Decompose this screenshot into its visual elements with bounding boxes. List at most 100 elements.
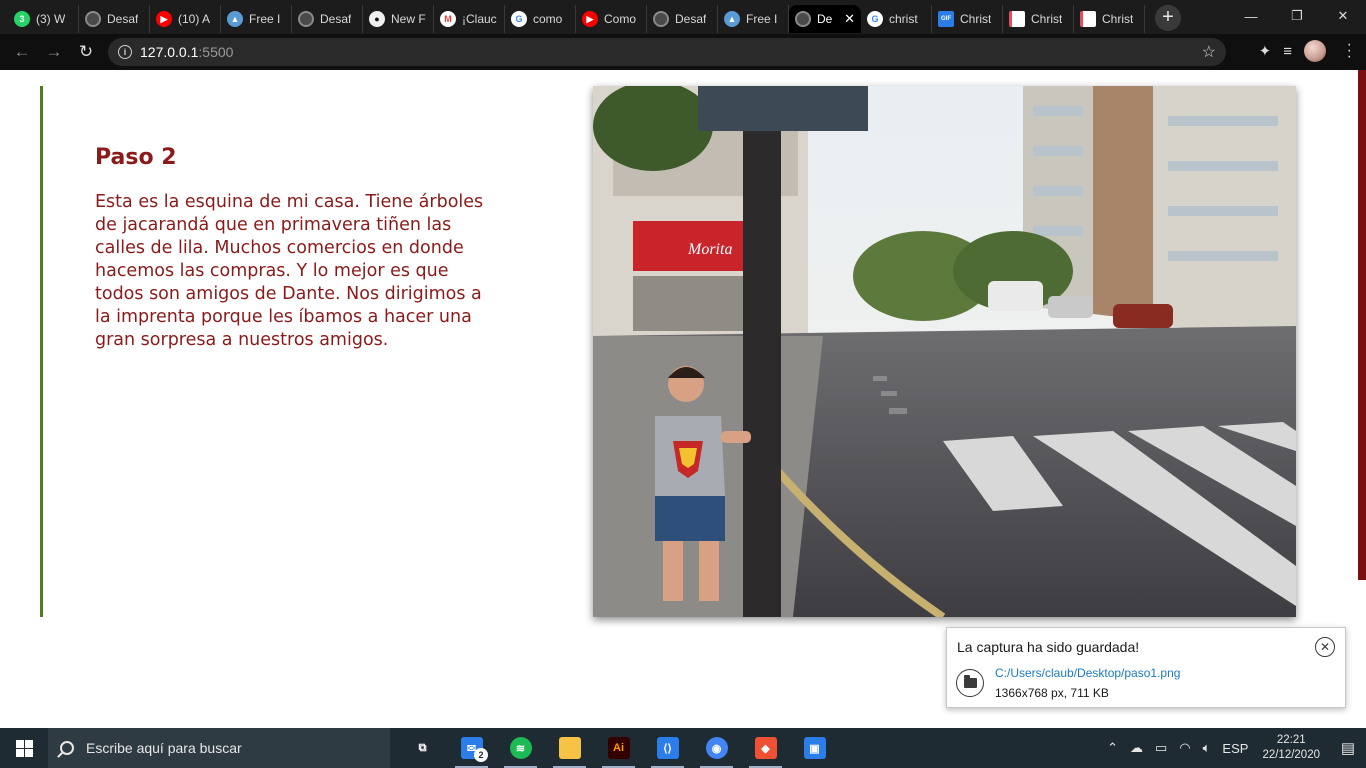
- address-bar[interactable]: i 127.0.0.1:5500 ☆: [108, 38, 1226, 66]
- taskbar: Escribe aquí para buscar ⧉ ✉ 2 ≋ Ai ⟨⟩ ◉ ◆ ▣ ⌃ ☁…: [0, 728, 1366, 768]
- step-description: Esta es la esquina de mi casa. Tiene árb…: [95, 192, 484, 350]
- windows-logo-icon: [15, 739, 33, 757]
- battery-icon[interactable]: ▭: [1155, 740, 1167, 756]
- globe-icon: [653, 11, 669, 27]
- profile-avatar[interactable]: [1304, 40, 1326, 62]
- tab-strip: 3 (3) W Desaf ▶ (10) A ▲ Free I Desaf ● New F M ¡Cl…: [0, 0, 1366, 34]
- new-tab-button[interactable]: +: [1155, 5, 1181, 31]
- reload-icon[interactable]: ↻: [70, 36, 102, 68]
- browser-tab[interactable]: De ✕: [789, 5, 861, 33]
- back-arrow-icon[interactable]: ←: [6, 36, 38, 68]
- taskbar-app[interactable]: ▣: [790, 728, 839, 768]
- taskbar-app[interactable]: ◆: [741, 728, 790, 768]
- shapes-icon: ▲: [227, 11, 243, 27]
- start-button[interactable]: [0, 728, 48, 768]
- taskbar-app[interactable]: [545, 728, 594, 768]
- taskbar-app[interactable]: ⧉: [398, 728, 447, 768]
- taskbar-app[interactable]: ⟨⟩: [643, 728, 692, 768]
- bookmark-star-icon[interactable]: ☆: [1202, 42, 1216, 62]
- search-placeholder: Escribe aquí para buscar: [86, 740, 242, 756]
- browser-tab[interactable]: ▶ Como: [576, 5, 647, 33]
- reading-list-icon[interactable]: ≡: [1283, 43, 1292, 60]
- browser-tab[interactable]: Desaf: [292, 5, 363, 33]
- minimize-icon[interactable]: —: [1228, 0, 1274, 32]
- taskbar-app[interactable]: Ai: [594, 728, 643, 768]
- gmail-icon: M: [440, 11, 456, 27]
- browser-tab[interactable]: Gcomo: [505, 5, 576, 33]
- menu-kebab-icon[interactable]: · · ·: [1347, 37, 1352, 65]
- taskbar-app[interactable]: ◉: [692, 728, 741, 768]
- taskbar-search[interactable]: Escribe aquí para buscar: [48, 728, 390, 768]
- browser-tab[interactable]: Gchrist: [861, 5, 932, 33]
- tab-title: Christ: [1031, 12, 1063, 26]
- browser-tab[interactable]: 3 (3) W: [8, 5, 79, 33]
- tab-title: ¡Clauc: [462, 12, 497, 26]
- browser-tab[interactable]: Christ: [1003, 5, 1074, 33]
- tab-title: Desaf: [675, 12, 707, 26]
- taskbar-app[interactable]: ≋: [496, 728, 545, 768]
- shapes-icon: ▲: [724, 11, 740, 27]
- file-path-link[interactable]: C:/Users/claub/Desktop/paso1.png: [995, 666, 1180, 680]
- browser-tab[interactable]: GIF Christ: [932, 5, 1003, 33]
- task-view-icon: ⧉: [418, 741, 427, 754]
- browser-tab[interactable]: Christ: [1074, 5, 1145, 33]
- globe-icon: [85, 11, 101, 27]
- page-edge-decoration: [1358, 70, 1366, 580]
- mail-badge: 2: [474, 748, 488, 762]
- store-sign: Morita: [687, 241, 732, 258]
- illustrator-icon: Ai: [607, 737, 630, 759]
- volume-icon[interactable]: 🔈︎: [1203, 740, 1211, 756]
- browser-tab[interactable]: ▲ Free I: [718, 5, 789, 33]
- browser-toolbar: ← → ↻ i 127.0.0.1:5500 ☆ ✦ ≡ · · ·: [0, 34, 1366, 70]
- browser-tab[interactable]: Desaf: [79, 5, 150, 33]
- extensions-icon[interactable]: ✦: [1259, 42, 1272, 60]
- browser-tab[interactable]: Desaf: [647, 5, 718, 33]
- tab-title: (3) W: [36, 12, 66, 26]
- action-center-icon[interactable]: ▤: [1330, 728, 1366, 768]
- tab-title: como: [533, 12, 563, 26]
- browser-tab[interactable]: ● New F: [363, 5, 434, 33]
- whatsapp-icon: 3: [14, 11, 30, 27]
- screenshot-saved-notification[interactable]: La captura ha sido guardada! ✕ C:/Users/…: [946, 627, 1346, 708]
- window-controls: — ❐ ✕: [1228, 0, 1366, 32]
- tab-title: Como: [604, 12, 637, 26]
- folder-icon[interactable]: [956, 669, 984, 697]
- pinned-apps: ⧉ ✉ 2 ≋ Ai ⟨⟩ ◉ ◆ ▣: [398, 728, 839, 768]
- google-icon: G: [867, 11, 883, 27]
- photos-icon: ▣: [803, 737, 826, 759]
- clock-time: 22:21: [1276, 734, 1306, 746]
- document-icon: [1080, 11, 1096, 27]
- globe-icon: [298, 11, 314, 27]
- maximize-icon[interactable]: ❐: [1274, 0, 1320, 32]
- tab-title: Christ: [960, 12, 992, 26]
- document-icon: [1009, 11, 1025, 27]
- tab-title: Desaf: [320, 12, 352, 26]
- browser-tab[interactable]: ▲ Free I: [221, 5, 292, 33]
- street-photo: Morita: [593, 86, 1296, 617]
- browser-tab[interactable]: ▶ (10) A: [150, 5, 221, 33]
- url-host: 127.0.0.1: [140, 44, 199, 60]
- file-meta: 1366x768 px, 711 KB: [995, 686, 1109, 700]
- search-icon: [60, 741, 74, 755]
- vscode-icon: ⟨⟩: [656, 737, 679, 759]
- notification-title: La captura ha sido guardada!: [957, 639, 1140, 655]
- clock-date: 22/12/2020: [1262, 749, 1320, 761]
- close-icon[interactable]: ✕: [1315, 637, 1335, 657]
- site-info-icon[interactable]: i: [118, 45, 132, 59]
- forward-arrow-icon[interactable]: →: [38, 36, 70, 68]
- gif-icon: GIF: [938, 11, 954, 27]
- taskbar-app[interactable]: ✉ 2: [447, 728, 496, 768]
- close-tab-icon[interactable]: ✕: [844, 11, 855, 27]
- chevron-up-icon[interactable]: ⌃: [1107, 740, 1118, 756]
- browser-tab[interactable]: M ¡Clauc: [434, 5, 505, 33]
- toolbar-actions: ✦ ≡: [1259, 40, 1326, 62]
- onedrive-icon[interactable]: ☁: [1130, 740, 1143, 756]
- github-icon: ●: [369, 11, 385, 27]
- clock[interactable]: 22:21 22/12/2020: [1262, 733, 1320, 763]
- close-window-icon[interactable]: ✕: [1320, 0, 1366, 32]
- wifi-icon[interactable]: ◠: [1179, 740, 1190, 756]
- tab-title: christ: [889, 12, 918, 26]
- chrome-icon: ◉: [705, 737, 728, 759]
- system-tray: ⌃ ☁ ▭ ◠ 🔈︎ ESP 22:21 22/12/2020 ▤: [1101, 728, 1366, 768]
- input-language[interactable]: ESP: [1222, 741, 1248, 756]
